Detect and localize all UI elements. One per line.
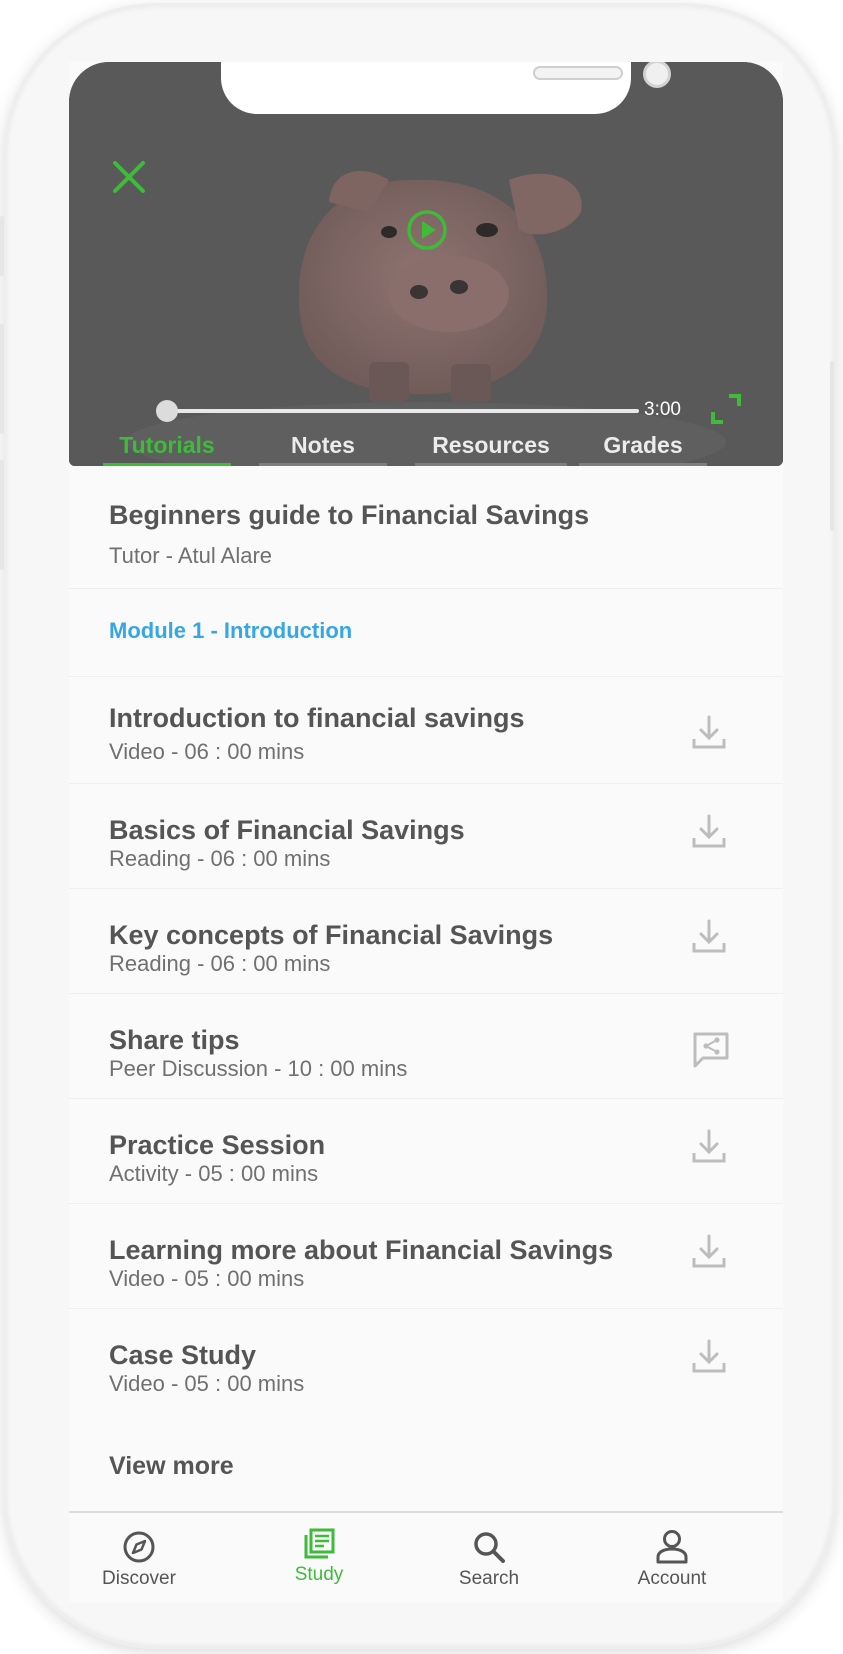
list-item[interactable]: Share tips Peer Discussion - 10 : 00 min… — [69, 993, 783, 1098]
list-item[interactable]: Learning more about Financial Savings Vi… — [69, 1203, 783, 1308]
side-button — [0, 460, 4, 570]
content-tabs: Tutorials Notes Resources Grades — [69, 430, 783, 466]
item-subtitle: Video - 05 : 00 mins — [109, 1371, 305, 1396]
list-item[interactable]: Basics of Financial Savings Reading - 06… — [69, 783, 783, 888]
compass-icon — [123, 1531, 155, 1563]
course-tutor: Tutor - Atul Alare — [109, 543, 273, 568]
video-duration: 3:00 — [644, 399, 681, 420]
search-icon — [474, 1532, 505, 1563]
account-icon — [656, 1530, 688, 1564]
item-title: Case Study — [109, 1340, 257, 1370]
side-button — [0, 216, 4, 276]
nav-label: Discover — [102, 1568, 176, 1589]
tab-tutorials[interactable]: Tutorials — [103, 430, 231, 466]
item-title: Key concepts of Financial Savings — [109, 920, 554, 950]
nav-label: Account — [637, 1568, 707, 1589]
download-icon[interactable] — [689, 1232, 729, 1272]
nav-search[interactable]: Search — [419, 1513, 559, 1590]
share-discussion-icon[interactable] — [691, 1030, 731, 1070]
video-player[interactable]: 3:00 Tutorials Notes Resources Grades — [69, 62, 783, 466]
item-title: Basics of Financial Savings — [109, 815, 465, 845]
item-subtitle: Reading - 06 : 00 mins — [109, 951, 331, 976]
download-icon[interactable] — [689, 713, 729, 753]
course-title: Beginners guide to Financial Savings — [109, 500, 590, 530]
download-icon[interactable] — [689, 1127, 729, 1167]
download-icon[interactable] — [689, 917, 729, 957]
app-screen: 3:00 Tutorials Notes Resources Grades Be… — [69, 62, 783, 1602]
list-item[interactable]: Key concepts of Financial Savings Readin… — [69, 888, 783, 993]
list-item[interactable]: Case Study Video - 05 : 00 mins — [69, 1308, 783, 1413]
nav-label: Search — [458, 1568, 520, 1589]
item-title: Practice Session — [109, 1130, 326, 1160]
tab-grades[interactable]: Grades — [579, 430, 707, 466]
phone-frame: 3:00 Tutorials Notes Resources Grades Be… — [0, 6, 834, 1646]
phone-notch — [221, 62, 671, 114]
item-title: Share tips — [109, 1025, 240, 1055]
tab-notes[interactable]: Notes — [259, 430, 387, 466]
item-title: Introduction to financial savings — [109, 703, 525, 733]
course-header: Beginners guide to Financial Savings Tut… — [69, 466, 783, 589]
close-icon[interactable] — [109, 157, 149, 197]
item-subtitle: Activity - 05 : 00 mins — [109, 1161, 319, 1186]
view-more-link[interactable]: View more — [109, 1452, 234, 1481]
item-title: Learning more about Financial Savings — [109, 1235, 614, 1265]
nav-study[interactable]: Study — [249, 1513, 389, 1586]
list-item[interactable]: Practice Session Activity - 05 : 00 mins — [69, 1098, 783, 1203]
bottom-navigation: Discover Study Search Account — [69, 1513, 783, 1602]
fullscreen-icon[interactable] — [709, 392, 743, 426]
list-item[interactable]: Introduction to financial savings Video … — [69, 676, 783, 781]
side-button — [830, 361, 834, 531]
item-subtitle: Video - 05 : 00 mins — [109, 1266, 305, 1291]
study-icon — [304, 1528, 335, 1559]
side-button — [0, 324, 4, 434]
video-progress-bar[interactable] — [169, 409, 639, 413]
download-icon[interactable] — [689, 812, 729, 852]
item-subtitle: Video - 06 : 00 mins — [109, 739, 305, 764]
download-icon[interactable] — [689, 1337, 729, 1377]
module-title: Module 1 - Introduction — [109, 618, 353, 643]
item-subtitle: Reading - 06 : 00 mins — [109, 846, 331, 871]
item-subtitle: Peer Discussion - 10 : 00 mins — [109, 1056, 408, 1081]
speaker-grille — [533, 66, 623, 80]
nav-label: Study — [294, 1564, 344, 1585]
play-icon[interactable] — [405, 208, 449, 252]
tab-resources[interactable]: Resources — [415, 430, 567, 466]
nav-account[interactable]: Account — [602, 1513, 742, 1590]
nav-discover[interactable]: Discover — [69, 1513, 209, 1590]
video-progress-knob[interactable] — [156, 400, 178, 422]
